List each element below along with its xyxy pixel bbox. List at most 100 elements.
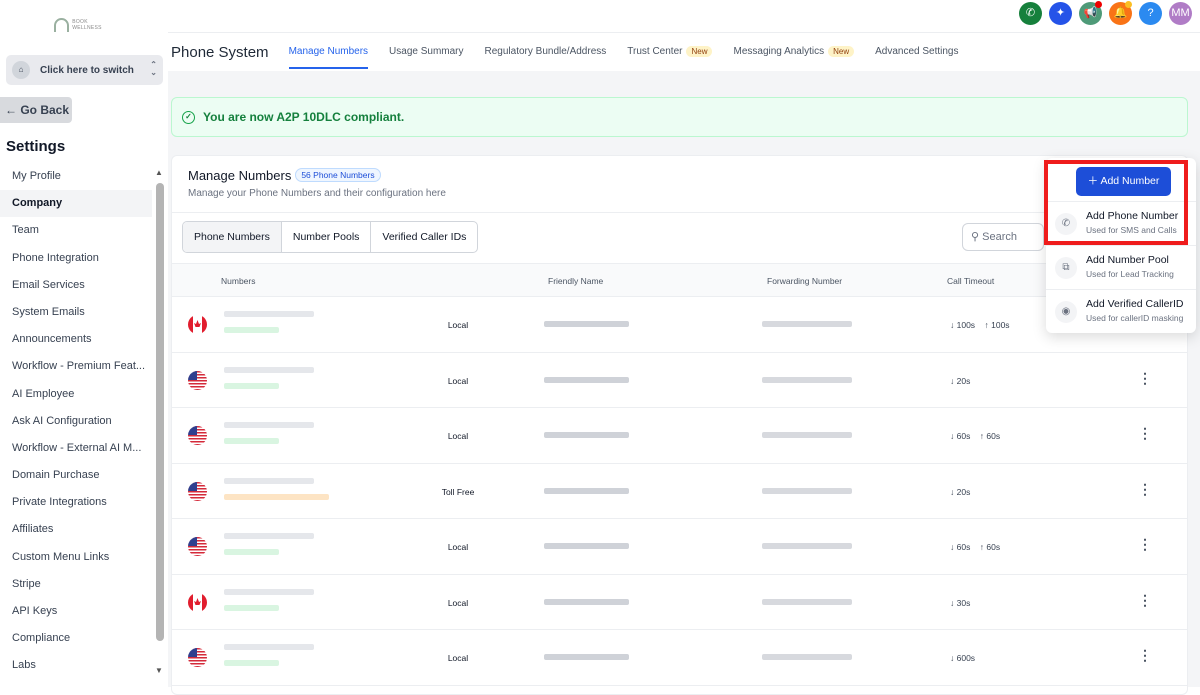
- redacted-text: [224, 327, 279, 333]
- new-badge: New: [828, 46, 855, 57]
- row-menu-icon[interactable]: ⋮: [1138, 481, 1152, 498]
- sidebar-item[interactable]: Announcements: [0, 326, 152, 353]
- row-menu-icon[interactable]: ⋮: [1138, 536, 1152, 553]
- call-timeout: ↓ 60s ↑ 60s: [950, 431, 1001, 441]
- sidebar-item[interactable]: AI Employee: [0, 381, 152, 408]
- segment-verified-caller-ids[interactable]: Verified Caller IDs: [371, 222, 477, 252]
- usa-flag-icon: [188, 370, 207, 390]
- redacted-text: [224, 382, 279, 389]
- redacted-text: [224, 549, 279, 555]
- row-menu-icon[interactable]: ⋮: [1138, 592, 1152, 609]
- redacted-text: [224, 366, 314, 373]
- user-avatar[interactable]: MM: [1169, 2, 1192, 25]
- redacted-text: [762, 654, 852, 660]
- sidebar-item[interactable]: System Emails: [0, 299, 152, 326]
- redacted-text: [544, 376, 629, 383]
- account-switcher[interactable]: ⌂ Click here to switch ⌃ ⌄: [6, 55, 163, 85]
- table-header: Numbers Friendly Name Forwarding Number …: [172, 263, 1187, 297]
- redacted-text: [224, 533, 314, 539]
- table-row[interactable]: Local ↓ 60s ↑ 60s ⋮: [172, 519, 1187, 575]
- sidebar-item[interactable]: Team: [0, 217, 152, 244]
- table-row[interactable]: Local ↓ 600s ⋮: [172, 630, 1187, 686]
- row-menu-icon[interactable]: ⋮: [1138, 425, 1152, 442]
- check-circle-icon: ✓: [182, 110, 195, 124]
- sidebar-item[interactable]: Company: [0, 190, 152, 218]
- tab-label: Regulatory Bundle/Address: [484, 46, 607, 57]
- number-type: Toll Free: [441, 486, 475, 497]
- search-input[interactable]: ⚲ Search: [962, 223, 1044, 251]
- number-type: Local: [447, 653, 469, 663]
- tab[interactable]: Advanced Settings: [875, 33, 958, 71]
- go-back-button[interactable]: ← Go Back: [0, 97, 72, 123]
- row-menu-icon[interactable]: ⋮: [1138, 647, 1152, 664]
- col-numbers: Numbers: [221, 276, 256, 286]
- sparkle-icon[interactable]: ✦: [1049, 2, 1072, 25]
- tab-label: Advanced Settings: [875, 46, 959, 57]
- segment-number-pools[interactable]: Number Pools: [282, 222, 372, 252]
- call-timeout: ↓ 20s: [950, 486, 971, 497]
- add-number-pool-option[interactable]: ⧉ Add Number Pool Used for Lead Tracking: [1046, 245, 1196, 289]
- sidebar-item[interactable]: Phone Integration: [0, 245, 152, 272]
- sidebar-item[interactable]: Workflow - External AI M...: [0, 435, 152, 462]
- number-type: Local: [447, 542, 469, 552]
- table-row[interactable]: Local ↓ 60s ↑ 60s ⋮: [172, 408, 1187, 464]
- segment-phone-numbers[interactable]: Phone Numbers: [183, 222, 282, 252]
- redacted-text: [224, 477, 314, 484]
- add-verified-callerid-option[interactable]: ◉ Add Verified CallerID Used for callerID …: [1046, 289, 1196, 333]
- search-icon: ⚲: [971, 231, 983, 243]
- tab[interactable]: Regulatory Bundle/Address: [485, 33, 607, 71]
- canada-flag-icon: [188, 315, 207, 334]
- number-type: Local: [447, 597, 469, 608]
- number-type-segments: Phone Numbers Number Pools Verified Call…: [182, 221, 479, 253]
- redacted-text: [762, 543, 852, 549]
- sidebar-item[interactable]: Workflow - Premium Feat...: [0, 353, 152, 380]
- sidebar-item[interactable]: API Keys: [0, 598, 152, 625]
- sidebar-item[interactable]: Private Integrations: [0, 489, 152, 516]
- col-friendly-name: Friendly Name: [548, 276, 604, 286]
- sidebar-item[interactable]: Affiliates: [0, 516, 152, 543]
- sidebar-item[interactable]: Custom Menu Links: [0, 544, 152, 571]
- tab[interactable]: Manage Numbers: [288, 33, 369, 71]
- tab[interactable]: Usage Summary: [389, 33, 463, 71]
- row-menu-icon[interactable]: ⋮: [1138, 370, 1152, 387]
- sidebar-item[interactable]: Labs: [0, 652, 152, 679]
- sidebar-item[interactable]: Compliance: [0, 625, 152, 652]
- help-icon[interactable]: ?: [1139, 2, 1162, 25]
- phone-icon[interactable]: ✆: [1019, 2, 1042, 25]
- number-type: Local: [447, 320, 469, 330]
- eye-icon: ◉: [1055, 301, 1077, 323]
- redacted-text: [544, 432, 629, 438]
- sidebar-item[interactable]: Email Services: [0, 272, 152, 299]
- usa-flag-icon: [188, 648, 207, 667]
- pool-icon: ⧉: [1055, 257, 1077, 279]
- page-tabs: Phone System Manage Numbers Usage Summary…: [168, 33, 1200, 71]
- sidebar-item[interactable]: My Profile: [0, 163, 152, 190]
- tab[interactable]: Messaging Analytics New: [733, 33, 855, 71]
- table-row[interactable]: Local↓ 100s ↑ 100s⋮: [172, 297, 1187, 353]
- table-row[interactable]: Local ↓ 20s ⋮: [172, 353, 1187, 408]
- company-logo: BOOK WELLNESS: [54, 16, 116, 34]
- col-forwarding-number: Forwarding Number: [767, 276, 843, 286]
- bell-icon[interactable]: 🔔: [1109, 1, 1132, 25]
- sidebar-item[interactable]: Ask AI Configuration: [0, 408, 152, 435]
- card-subtitle: Manage your Phone Numbers and their conf…: [188, 188, 446, 199]
- col-call-timeout: Call Timeout: [947, 276, 995, 286]
- sidebar-item[interactable]: Domain Purchase: [0, 462, 152, 489]
- megaphone-icon[interactable]: 📢: [1079, 1, 1102, 25]
- chevron-updown-icon: ⌃ ⌄: [150, 60, 157, 77]
- settings-nav: My Profile Company Team Phone Integration Em…: [0, 163, 152, 680]
- call-timeout: ↓ 20s: [950, 375, 971, 386]
- card-title: Manage Numbers: [188, 168, 292, 183]
- redacted-text: [224, 422, 314, 428]
- tab[interactable]: Trust Center New: [627, 33, 713, 71]
- table-row[interactable]: Toll Free ↓ 20s ⋮: [172, 464, 1187, 519]
- number-type: Local: [447, 375, 469, 386]
- top-bar: ✆ ✦ 📢 🔔 ? MM: [168, 0, 1200, 33]
- table-row[interactable]: Local ↓ 30s ⋮: [172, 575, 1187, 630]
- tab-label: Messaging Analytics: [733, 46, 825, 57]
- call-timeout: ↓ 100s ↑ 100s: [950, 320, 1010, 330]
- sidebar-item[interactable]: Stripe: [0, 571, 152, 598]
- call-timeout: ↓ 600s: [950, 653, 976, 663]
- sidebar-scrollbar[interactable]: ▲ ▼: [155, 168, 165, 678]
- usa-flag-icon: [188, 426, 207, 445]
